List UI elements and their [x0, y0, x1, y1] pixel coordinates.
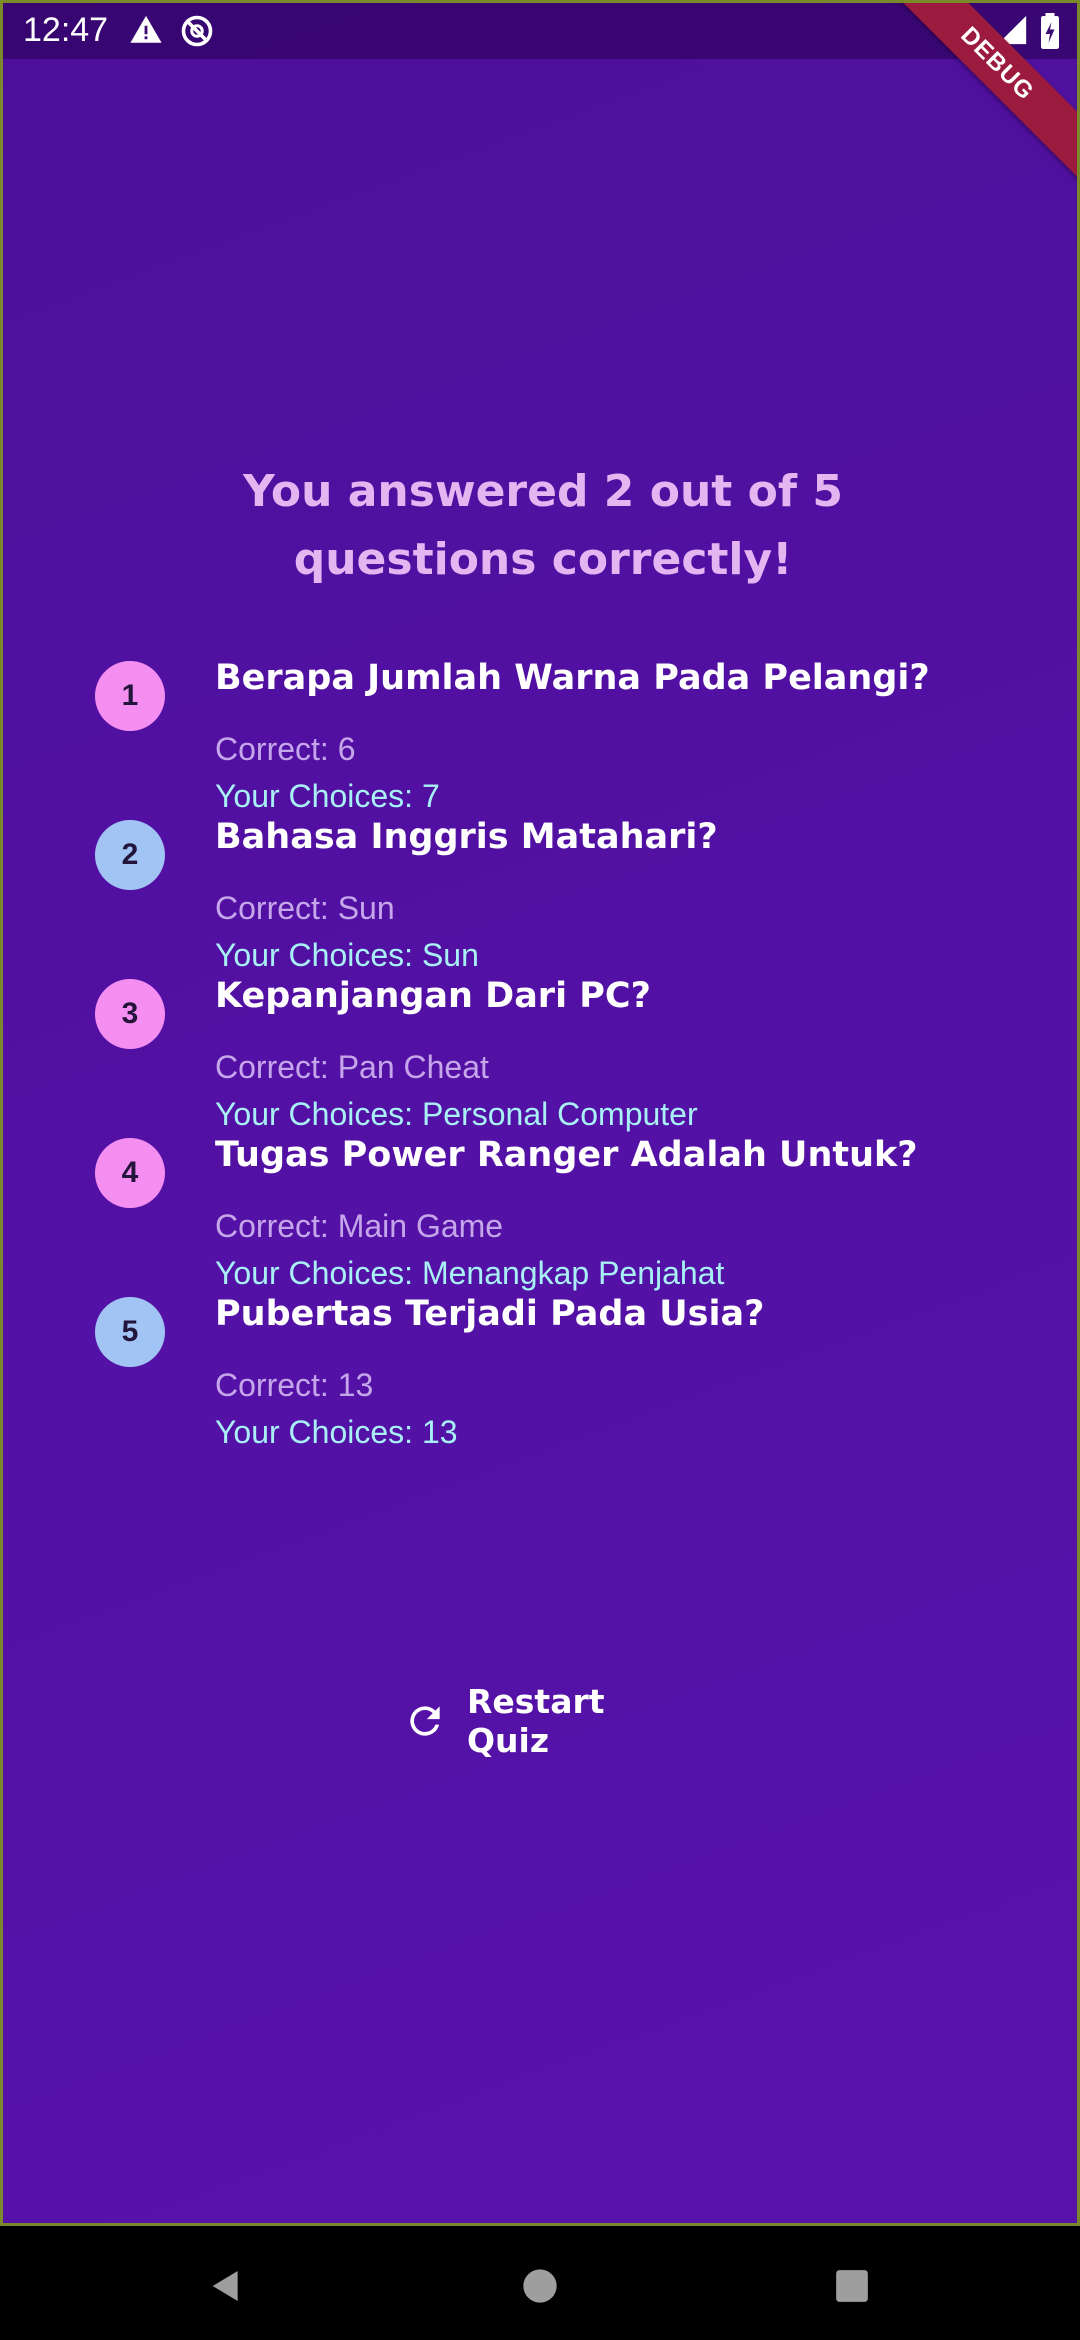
- question-text: Kepanjangan Dari PC?: [215, 976, 651, 1016]
- user-choice: Your Choices: Sun: [215, 937, 479, 973]
- user-choice: Your Choices: 13: [215, 1414, 458, 1450]
- user-choice: Your Choices: Personal Computer: [215, 1096, 698, 1132]
- recents-icon[interactable]: [822, 2256, 882, 2316]
- question-number-badge: 1: [95, 661, 165, 731]
- question-text: Tugas Power Ranger Adalah Untuk?: [215, 1135, 918, 1175]
- correct-answer: Correct: Sun: [215, 890, 395, 926]
- summary-item: 1 Berapa Jumlah Warna Pada Pelangi? Corr…: [95, 658, 1015, 817]
- correct-answer: Correct: 13: [215, 1367, 374, 1403]
- question-number-badge: 3: [95, 979, 165, 1049]
- restart-quiz-label: Restart Quiz: [467, 1682, 605, 1760]
- battery-icon: [1039, 13, 1061, 54]
- summary-item: 5 Pubertas Terjadi Pada Usia? Correct: 1…: [95, 1294, 1015, 1453]
- no-sync-icon: [179, 13, 215, 54]
- correct-answer: Correct: Pan Cheat: [215, 1049, 489, 1085]
- summary-item: 3 Kepanjangan Dari PC? Correct: Pan Chea…: [95, 976, 1015, 1135]
- user-choice: Your Choices: 7: [215, 778, 440, 814]
- back-icon[interactable]: [196, 2256, 256, 2316]
- correct-answer: Correct: 6: [215, 731, 356, 767]
- refresh-icon: [403, 1699, 447, 1743]
- question-text: Bahasa Inggris Matahari?: [215, 817, 718, 857]
- warning-icon: [129, 13, 163, 52]
- restart-quiz-button[interactable]: Restart Quiz: [403, 1682, 683, 1760]
- question-number-badge: 5: [95, 1297, 165, 1367]
- navigation-bar: [0, 2226, 1080, 2340]
- summary-item: 4 Tugas Power Ranger Adalah Untuk? Corre…: [95, 1135, 1015, 1294]
- score-title: You answered 2 out of 5 questions correc…: [243, 466, 843, 585]
- question-text: Pubertas Terjadi Pada Usia?: [215, 1294, 765, 1334]
- status-time: 12:47: [23, 11, 109, 49]
- question-number-badge: 2: [95, 820, 165, 890]
- quiz-results-screen: 12:47 DEBUG You answered 2 out of 5 ques…: [0, 0, 1080, 2226]
- correct-answer: Correct: Main Game: [215, 1208, 504, 1244]
- question-number-badge: 4: [95, 1138, 165, 1208]
- home-icon[interactable]: [510, 2256, 570, 2316]
- summary-item: 2 Bahasa Inggris Matahari? Correct: Sun …: [95, 817, 1015, 976]
- questions-summary: 1 Berapa Jumlah Warna Pada Pelangi? Corr…: [95, 658, 1015, 1453]
- user-choice: Your Choices: Menangkap Penjahat: [215, 1255, 725, 1291]
- question-text: Berapa Jumlah Warna Pada Pelangi?: [215, 658, 930, 698]
